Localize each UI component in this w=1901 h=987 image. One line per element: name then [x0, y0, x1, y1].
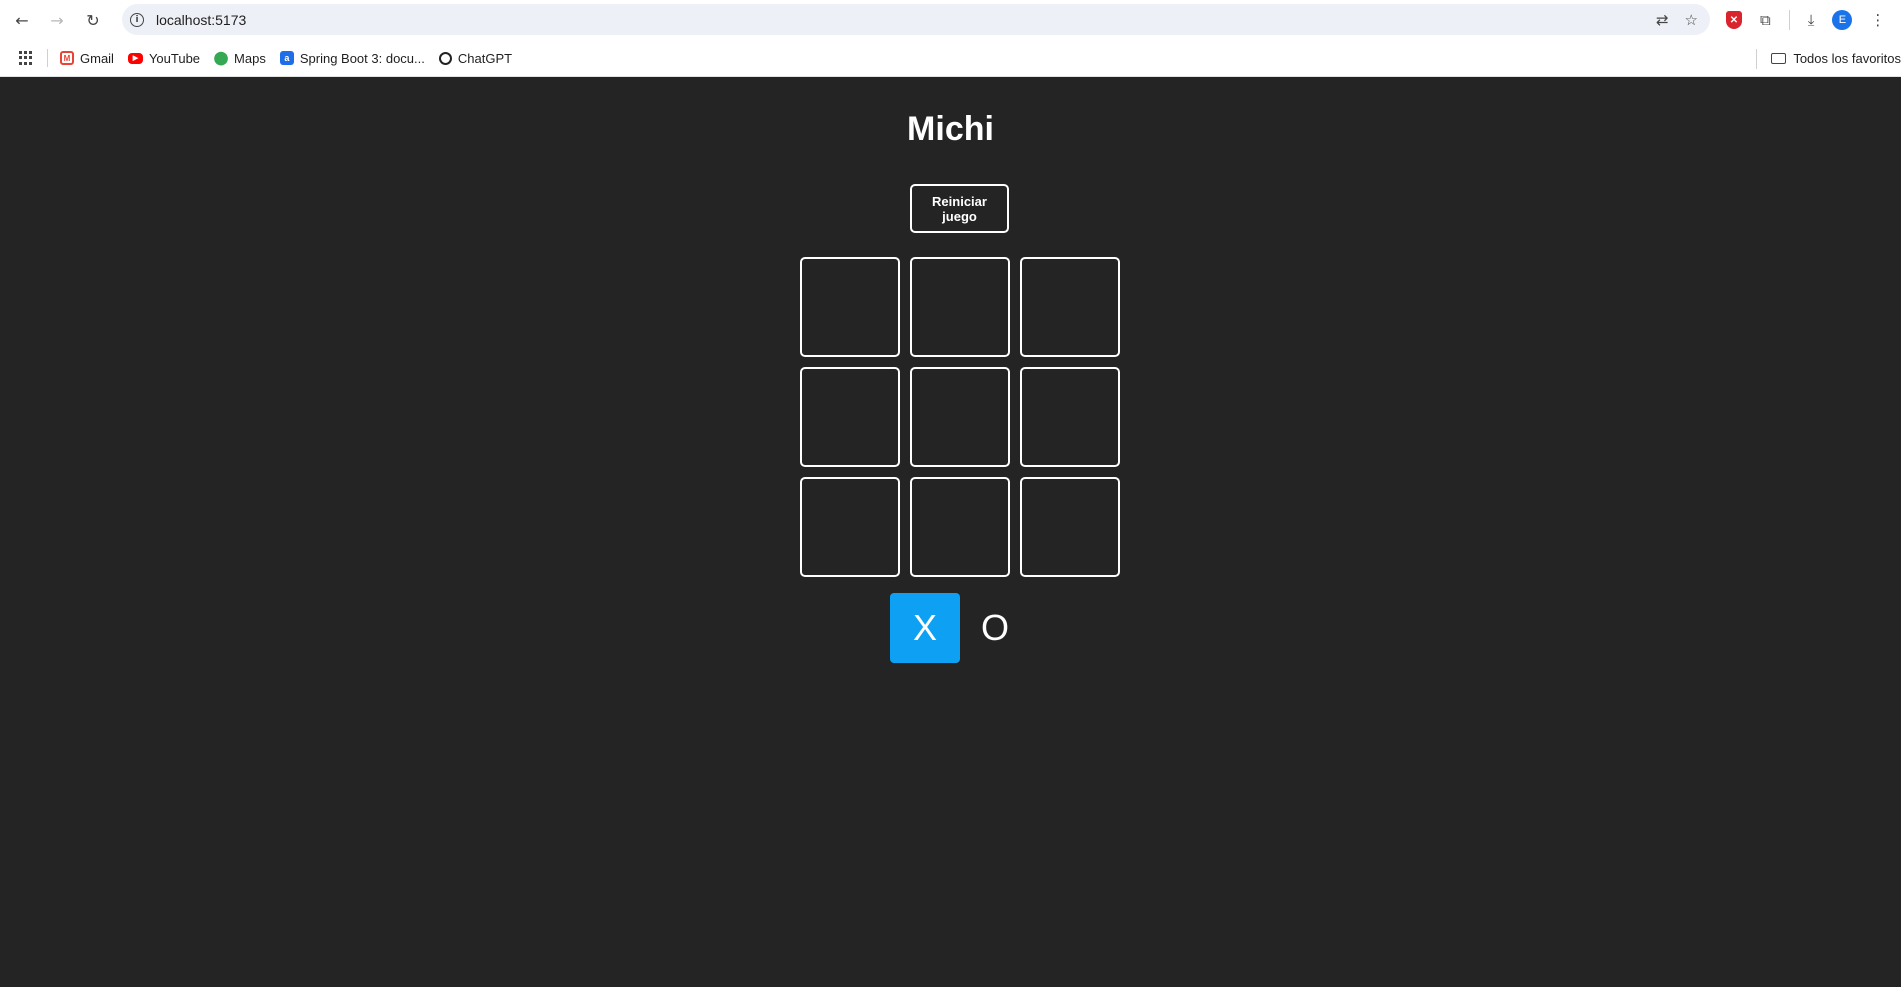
board-cell[interactable] [910, 257, 1010, 357]
bookmark-label: Gmail [80, 50, 114, 66]
board-cell[interactable] [1020, 257, 1120, 357]
bookmark-label: Spring Boot 3: docu... [299, 50, 425, 66]
reset-game-button[interactable]: Reiniciar juego [910, 184, 1009, 233]
board-cell[interactable] [800, 367, 900, 467]
board-cell[interactable] [910, 367, 1010, 467]
forward-icon[interactable]: → [43, 6, 71, 34]
back-icon[interactable]: ← [8, 6, 36, 34]
bookmarks-divider [47, 49, 48, 67]
menu-kebab-icon[interactable]: ⋮ [1870, 11, 1885, 29]
game-board [800, 257, 1120, 577]
translate-icon[interactable]: ⇄ [1656, 11, 1669, 29]
spring-icon: a [279, 51, 294, 65]
bookmark-label: YouTube [148, 50, 201, 66]
folder-icon [1771, 53, 1787, 64]
bookmark-label: Maps [234, 50, 266, 66]
url-text[interactable]: localhost:5173 [156, 12, 246, 28]
toolbar-divider [1788, 10, 1790, 30]
extensions-puzzle-icon[interactable]: ⧉ [1760, 11, 1771, 29]
maps-icon: ⬤ [213, 50, 229, 65]
bookmark-youtube[interactable]: ▶ YouTube [127, 50, 201, 66]
bookmark-spring[interactable]: a Spring Boot 3: docu... [279, 50, 425, 66]
turn-o: O [980, 607, 1009, 648]
board-cell[interactable] [800, 477, 900, 577]
bookmark-star-icon[interactable]: ☆ [1685, 11, 1698, 29]
extension-shield-icon[interactable]: ✕ [1726, 11, 1742, 29]
bookmark-label: ChatGPT [457, 50, 513, 66]
bookmark-maps[interactable]: ⬤ Maps [213, 50, 266, 66]
gmail-icon: M [60, 51, 74, 65]
all-bookmarks[interactable]: Todos los favoritos [1756, 40, 1901, 77]
download-icon[interactable]: ⤓ [1808, 11, 1815, 29]
chatgpt-icon [438, 51, 452, 65]
board-cell[interactable] [800, 257, 900, 357]
site-info-icon[interactable]: i [130, 12, 144, 27]
apps-grid-icon[interactable] [19, 51, 33, 65]
address-bar[interactable]: i localhost:5173 ⇄ ☆ [122, 4, 1710, 35]
page-content: Michi Reiniciar juego X O [0, 78, 1901, 987]
page-title: Michi [907, 110, 994, 148]
turn-x: X [890, 593, 960, 663]
board-cell[interactable] [1020, 367, 1120, 467]
profile-avatar[interactable]: E [1832, 10, 1853, 30]
browser-toolbar: ← → ↻ i localhost:5173 ⇄ ☆ ✕ ⧉ ⤓ E ⋮ [0, 0, 1901, 40]
board-cell[interactable] [910, 477, 1010, 577]
bookmark-chatgpt[interactable]: ChatGPT [438, 50, 513, 66]
youtube-icon: ▶ [127, 52, 143, 64]
turn-indicator: X O [890, 593, 1030, 663]
bookmark-gmail[interactable]: M Gmail [60, 51, 114, 66]
reload-icon[interactable]: ↻ [79, 6, 107, 34]
bookmarks-bar: M Gmail ▶ YouTube ⬤ Maps a Spring Boot 3… [0, 40, 1901, 77]
bookmarks-right-divider [1756, 48, 1758, 69]
board-cell[interactable] [1020, 477, 1120, 577]
all-bookmarks-label: Todos los favoritos [1793, 51, 1901, 66]
